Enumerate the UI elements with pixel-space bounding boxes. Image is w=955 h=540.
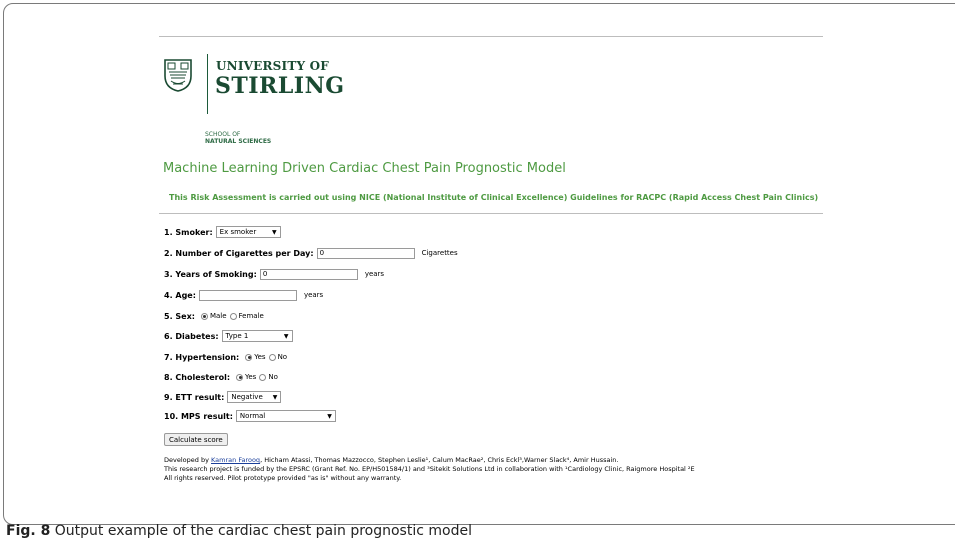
- hypertension-no-label: No: [277, 353, 288, 361]
- page-subtitle: This Risk Assessment is carried out usin…: [169, 193, 819, 202]
- cigarettes-unit: Cigarettes: [421, 249, 458, 257]
- smoker-select-value: Ex smoker: [219, 228, 257, 236]
- age-label: 4. Age:: [164, 290, 196, 300]
- ett-select[interactable]: Negative ▼: [227, 391, 282, 403]
- footer-credits: Developed by Kamran Farooq, Hicham Atass…: [164, 456, 695, 465]
- sex-female-label: Female: [238, 312, 264, 320]
- years-smoking-row: 3. Years of Smoking: 0 years: [164, 268, 384, 280]
- hypertension-yes-label: Yes: [254, 353, 266, 361]
- logo-divider: [207, 54, 208, 114]
- ett-select-value: Negative: [231, 393, 263, 401]
- sex-male-radio[interactable]: [200, 312, 208, 320]
- cholesterol-label: 8. Cholesterol:: [164, 372, 231, 382]
- age-unit: years: [303, 291, 324, 299]
- cholesterol-no-radio[interactable]: [259, 373, 267, 381]
- author-link[interactable]: Kamran Farooq: [211, 456, 260, 464]
- mps-select[interactable]: Normal ▼: [235, 410, 336, 422]
- cholesterol-yes-label: Yes: [245, 373, 257, 381]
- sex-female-radio[interactable]: [229, 312, 237, 320]
- page-title: Machine Learning Driven Cardiac Chest Pa…: [163, 161, 566, 176]
- figure-number: Fig. 8: [6, 523, 51, 539]
- university-crest-icon: [164, 59, 192, 92]
- cigarettes-label: 2. Number of Cigarettes per Day:: [164, 248, 314, 258]
- top-divider: [159, 36, 823, 37]
- figure-caption: Fig. 8 Output example of the cardiac che…: [6, 523, 472, 539]
- hypertension-yes-radio[interactable]: [245, 353, 253, 361]
- ett-row: 9. ETT result: Negative ▼: [164, 391, 282, 403]
- cigarettes-row: 2. Number of Cigarettes per Day: 0 Cigar…: [164, 247, 458, 259]
- school-of-text: SCHOOL OF: [205, 131, 241, 138]
- cigarettes-input[interactable]: 0: [316, 247, 415, 259]
- chevron-down-icon: ▼: [327, 412, 332, 420]
- mps-select-value: Normal: [239, 412, 266, 420]
- chevron-down-icon: ▼: [283, 332, 289, 340]
- sex-label: 5. Sex:: [164, 311, 195, 321]
- university-logo: UNIVERSITY OF STIRLING SCHOOL OF NATURAL…: [159, 42, 344, 146]
- cholesterol-no-label: No: [268, 373, 278, 381]
- smoker-label: 1. Smoker:: [164, 227, 213, 237]
- ett-label: 9. ETT result:: [164, 392, 225, 402]
- header-divider: [159, 213, 823, 214]
- age-row: 4. Age: years: [164, 289, 323, 301]
- sex-male-label: Male: [209, 312, 227, 320]
- years-smoking-unit: years: [364, 270, 385, 278]
- footer-authors: , Hicham Atassi, Thomas Mazzocco, Stephe…: [260, 456, 619, 464]
- sex-row: 5. Sex: Male Female: [164, 310, 264, 322]
- cholesterol-row: 8. Cholesterol: Yes No: [164, 371, 278, 383]
- smoker-select[interactable]: Ex smoker ▼: [215, 226, 281, 238]
- hypertension-no-radio[interactable]: [268, 353, 276, 361]
- years-smoking-label: 3. Years of Smoking:: [164, 269, 257, 279]
- mps-label: 10. MPS result:: [164, 411, 233, 421]
- hypertension-label: 7. Hypertension:: [164, 352, 240, 362]
- chevron-down-icon: ▼: [272, 228, 277, 236]
- university-name: STIRLING: [215, 73, 345, 99]
- footer: Developed by Kamran Farooq, Hicham Atass…: [164, 456, 695, 483]
- school-name: NATURAL SCIENCES: [205, 138, 272, 145]
- calculate-score-button[interactable]: Calculate score: [164, 433, 228, 446]
- figure-caption-text: Output example of the cardiac chest pain…: [54, 523, 472, 539]
- smoker-row: 1. Smoker: Ex smoker ▼: [164, 226, 281, 238]
- years-smoking-input[interactable]: 0: [259, 268, 358, 280]
- figure-frame: UNIVERSITY OF STIRLING SCHOOL OF NATURAL…: [3, 3, 955, 525]
- footer-rights: All rights reserved. Pilot prototype pro…: [164, 474, 402, 482]
- web-page: UNIVERSITY OF STIRLING SCHOOL OF NATURAL…: [159, 36, 823, 496]
- diabetes-select-value: Type 1: [225, 332, 249, 340]
- diabetes-select[interactable]: Type 1 ▼: [221, 330, 293, 342]
- university-of-text: UNIVERSITY OF: [216, 59, 330, 73]
- hypertension-row: 7. Hypertension: Yes No: [164, 351, 287, 363]
- mps-row: 10. MPS result: Normal ▼: [164, 410, 336, 422]
- cholesterol-yes-radio[interactable]: [236, 373, 244, 381]
- diabetes-label: 6. Diabetes:: [164, 331, 219, 341]
- diabetes-row: 6. Diabetes: Type 1 ▼: [164, 330, 293, 342]
- age-input[interactable]: [198, 289, 297, 301]
- chevron-down-icon: ▼: [272, 393, 278, 401]
- footer-developed-by: Developed by: [164, 456, 209, 464]
- footer-funding: This research project is funded by the E…: [164, 465, 695, 473]
